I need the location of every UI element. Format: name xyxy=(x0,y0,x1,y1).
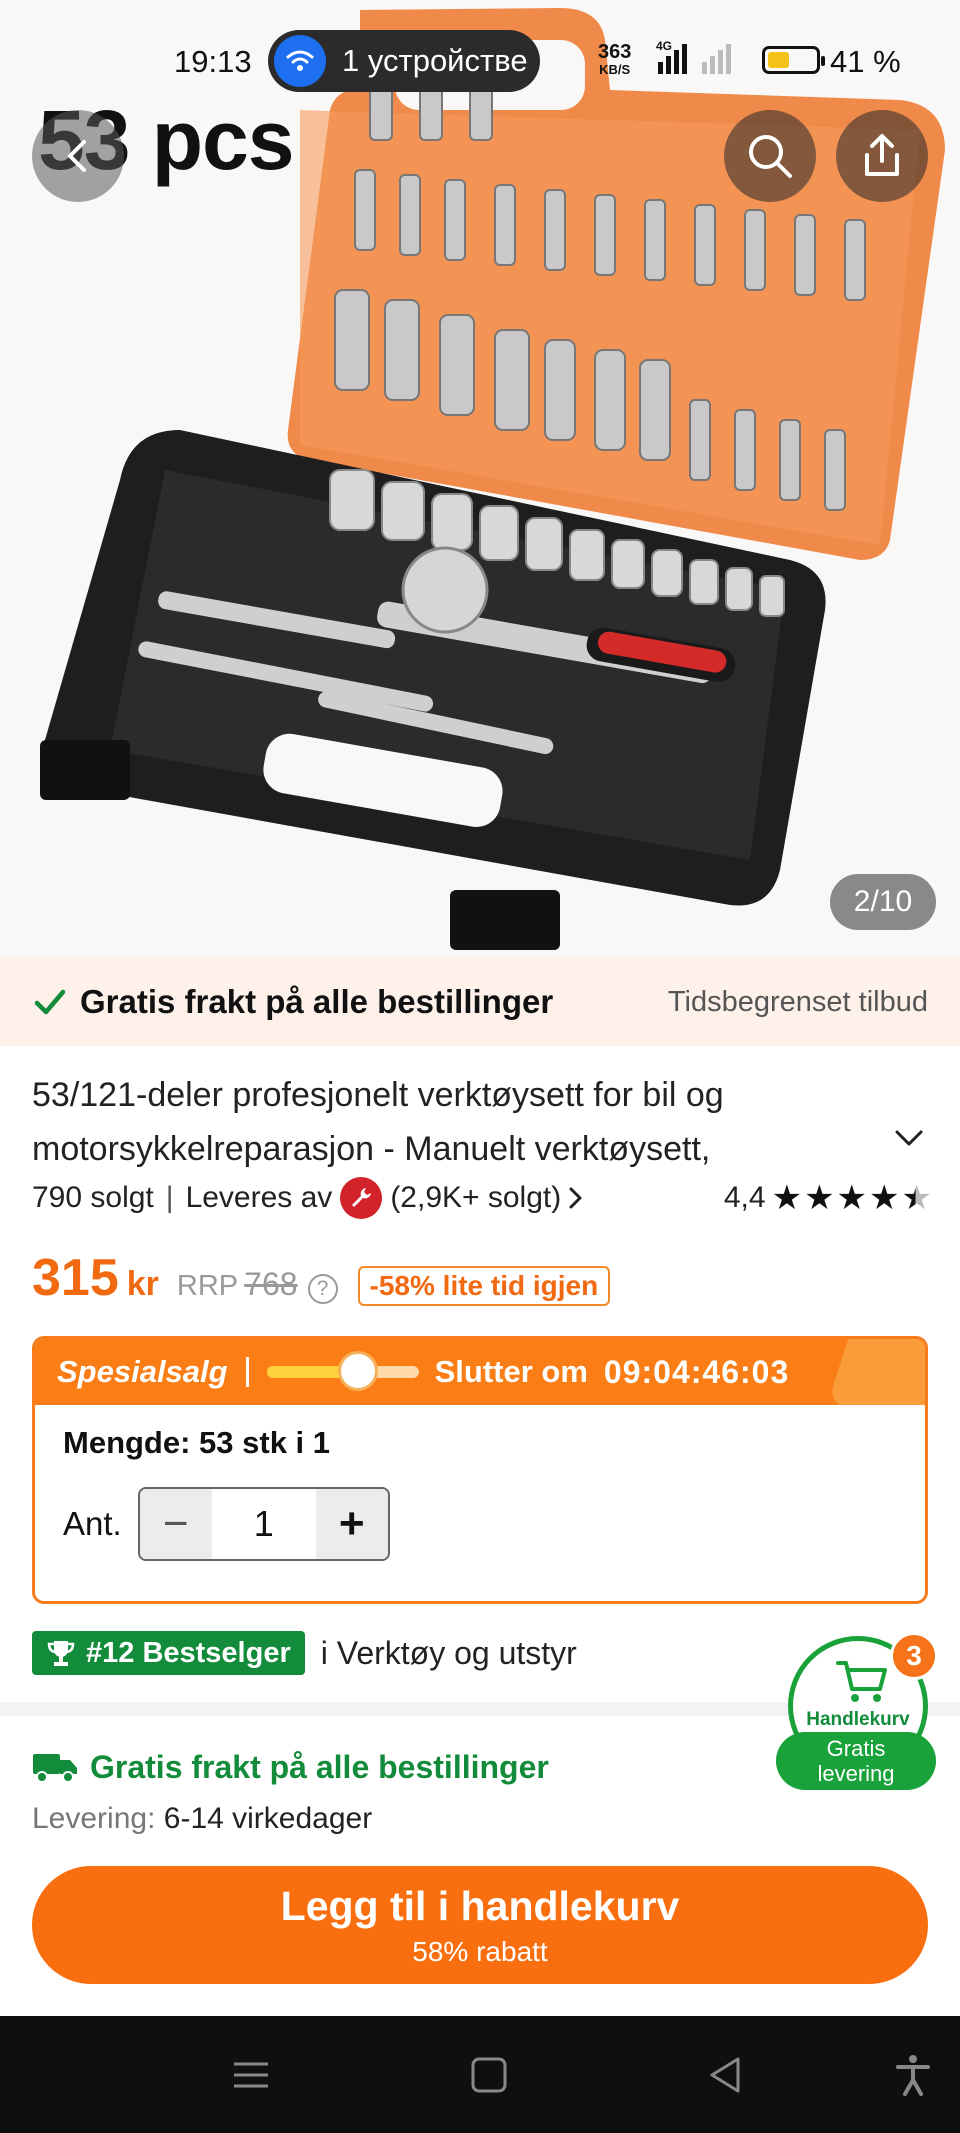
product-title[interactable]: 53/121-deler profesjonelt verktøysett fo… xyxy=(32,1068,872,1176)
sale-decoration xyxy=(827,1339,925,1405)
product-title-line-2: motorsykkelreparasjon - Manuelt verktøys… xyxy=(32,1130,711,1168)
rating[interactable]: 4,4 ★ ★ ★ ★ ★ xyxy=(724,1181,932,1215)
product-image-gallery[interactable]: 53 pcs 2/10 xyxy=(0,0,960,958)
back-arrow-icon xyxy=(68,140,86,172)
bestseller-row[interactable]: #12 Bestselger i Verktøy og utstyr xyxy=(32,1630,577,1676)
chevron-down-icon[interactable] xyxy=(894,1128,924,1148)
wifi-icon xyxy=(274,35,326,87)
status-bar: 19:13 1 устройстве 363 KB/S 4G 41 % xyxy=(0,0,960,120)
sale-body: Mengde: 53 stk i 1 Ant. − 1 + xyxy=(35,1405,925,1581)
star-icon: ★ xyxy=(771,1179,803,1217)
truck-icon xyxy=(33,1754,77,1783)
meta-separator: | xyxy=(165,1181,174,1214)
search-icon xyxy=(749,135,792,178)
price-currency: kr xyxy=(126,1265,159,1303)
quantity-stepper[interactable]: − 1 + xyxy=(137,1487,390,1561)
shop-sold-link[interactable]: (2,9K+ solgt) xyxy=(390,1181,561,1215)
image-counter: 2/10 xyxy=(830,874,936,930)
bestseller-badge: #12 Bestselger xyxy=(32,1631,305,1675)
sale-header: Spesialsalg Slutter om 09:04:46:03 xyxy=(35,1339,925,1405)
rrp-label: RRP xyxy=(176,1270,239,1302)
quantity-value[interactable]: 1 xyxy=(211,1489,316,1559)
battery-icon xyxy=(762,46,825,74)
cart-free-delivery-badge: Gratis levering xyxy=(776,1732,936,1790)
cart-float-button[interactable]: Handlekurv Gratis levering 3 xyxy=(776,1632,938,1790)
back-icon[interactable] xyxy=(702,2052,748,2098)
system-nav-bar xyxy=(0,2016,960,2133)
quantity-row: Ant. − 1 + xyxy=(63,1487,897,1561)
add-to-cart-discount: 58% rabatt xyxy=(412,1935,548,1967)
quantity-title: Mengde: 53 stk i 1 xyxy=(63,1425,331,1460)
signal-icon: 4G xyxy=(656,40,731,74)
delivery-time-value: 6-14 virkedager xyxy=(163,1802,373,1835)
rrp-value: 768 xyxy=(244,1266,298,1302)
half-star-icon: ★ xyxy=(901,1179,932,1217)
home-icon[interactable] xyxy=(466,2052,512,2098)
delivery-row[interactable]: Gratis frakt på alle bestillinger xyxy=(32,1744,549,1790)
wrench-icon[interactable] xyxy=(340,1177,383,1219)
add-to-cart-label: Legg til i handlekurv xyxy=(280,1882,680,1929)
sold-by-label: Leveres av xyxy=(185,1181,333,1214)
bestseller-rank: #12 Bestselger xyxy=(86,1636,291,1669)
cart-icon xyxy=(836,1661,887,1702)
bestseller-category: i Verktøy og utstyr xyxy=(320,1634,577,1671)
rating-value: 4,4 xyxy=(723,1181,766,1214)
connection-pill[interactable]: 1 устройстве xyxy=(268,30,540,92)
trophy-icon xyxy=(47,1641,75,1666)
star-icon: ★ xyxy=(869,1179,900,1217)
status-time: 19:13 xyxy=(174,44,252,79)
increase-button[interactable]: + xyxy=(315,1489,388,1559)
chevron-right-icon[interactable] xyxy=(567,1185,585,1211)
product-meta-row: 790 solgt | Leveres av (2,9K+ solgt) 4,4… xyxy=(32,1176,932,1220)
search-button[interactable] xyxy=(724,110,816,202)
sale-ends-label: Slutter om xyxy=(434,1354,588,1389)
shipping-message: Gratis frakt på alle bestillinger xyxy=(80,983,554,1020)
price-row: 315 kr RRP 768 ? -58% lite tid igjen xyxy=(32,1248,611,1312)
cart-count-badge: 3 xyxy=(890,1632,938,1680)
speed-value: 363 xyxy=(598,41,632,63)
delivery-label: Levering: xyxy=(32,1802,156,1835)
sale-countdown: 09:04:46:03 xyxy=(603,1353,790,1390)
share-button[interactable] xyxy=(836,110,928,202)
star-icon: ★ xyxy=(804,1179,835,1217)
limited-offer-label: Tidsbegrenset tilbud xyxy=(667,985,928,1018)
back-button[interactable] xyxy=(32,110,124,202)
cart-badge-line-1: Gratis xyxy=(826,1736,886,1761)
delivery-free-shipping: Gratis frakt på alle bestillinger xyxy=(90,1748,549,1785)
sold-count: 790 solgt xyxy=(32,1181,154,1214)
special-sale-box: Spesialsalg Slutter om 09:04:46:03 Mengd… xyxy=(32,1336,928,1604)
price-value: 315 xyxy=(32,1249,119,1307)
clock-icon xyxy=(337,1351,378,1391)
check-icon xyxy=(34,989,66,1015)
cart-label: Handlekurv xyxy=(806,1709,910,1730)
share-icon xyxy=(865,134,899,176)
star-icon: ★ xyxy=(836,1179,868,1217)
connection-label: 1 устройстве xyxy=(342,43,528,78)
sale-divider xyxy=(245,1357,249,1387)
menu-icon[interactable] xyxy=(228,2052,274,2098)
add-to-cart-button[interactable]: Legg til i handlekurv 58% rabatt xyxy=(32,1866,928,1984)
network-speed: 363 KB/S xyxy=(598,41,632,78)
discount-badge: -58% lite tid igjen xyxy=(357,1266,611,1306)
free-shipping-banner[interactable]: Gratis frakt på alle bestillinger Tidsbe… xyxy=(0,958,960,1046)
help-icon[interactable]: ? xyxy=(307,1274,338,1304)
decrease-button[interactable]: − xyxy=(139,1489,212,1559)
svg-text:4G: 4G xyxy=(656,40,672,53)
delivery-time: Levering: 6-14 virkedager xyxy=(32,1802,372,1836)
speed-unit: KB/S xyxy=(599,62,631,77)
amount-label: Ant. xyxy=(63,1505,122,1542)
cart-badge-line-2: levering xyxy=(817,1761,895,1786)
sale-progress-bar xyxy=(266,1351,419,1391)
battery-percent: 41 % xyxy=(830,44,901,79)
sale-label: Spesialsalg xyxy=(57,1354,228,1389)
accessibility-icon[interactable] xyxy=(890,2052,936,2098)
product-title-line-1: 53/121-deler profesjonelt verktøysett fo… xyxy=(32,1076,724,1114)
